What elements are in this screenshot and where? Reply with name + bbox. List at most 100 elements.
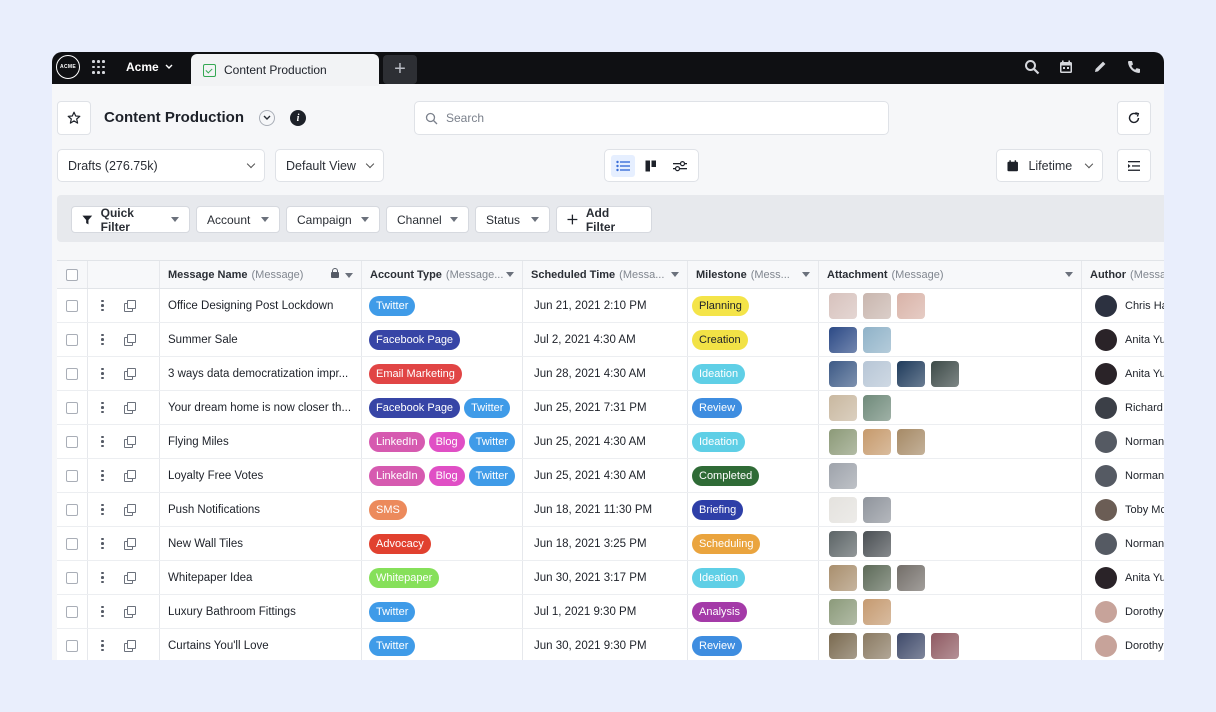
tab-content-production[interactable]: Content Production [191,54,379,86]
row-checkbox[interactable] [66,333,78,346]
caret-down-icon[interactable] [345,272,353,278]
campaign-filter[interactable]: Campaign [286,206,380,233]
caret-down-icon[interactable] [1065,272,1073,277]
column-settings-button[interactable] [1117,149,1151,182]
duplicate-icon[interactable] [123,368,136,380]
attachment-thumbnail[interactable] [829,598,857,625]
more-options-icon[interactable] [101,537,104,550]
duplicate-icon[interactable] [123,504,136,516]
message-name[interactable]: Whitepaper Idea [168,572,252,584]
more-options-icon[interactable] [101,367,104,380]
phone-icon[interactable] [1126,59,1142,75]
row-checkbox[interactable] [66,639,78,652]
attachment-thumbnail[interactable] [829,326,857,353]
table-row[interactable]: Flying Miles LinkedIn Blog Twitter Jun 25, 2… [57,425,1164,459]
more-options-icon[interactable] [101,435,104,448]
attachment-thumbnail[interactable] [863,530,891,557]
search-icon[interactable] [1024,59,1040,75]
duplicate-icon[interactable] [123,572,136,584]
attachment-thumbnail[interactable] [829,462,857,489]
message-name[interactable]: New Wall Tiles [168,538,243,550]
attachment-thumbnail[interactable] [829,292,857,319]
row-checkbox[interactable] [66,503,78,516]
attachment-thumbnail[interactable] [829,564,857,591]
acme-logo[interactable]: ACME [56,55,80,79]
row-checkbox[interactable] [66,367,78,380]
message-name[interactable]: Your dream home is now closer th... [168,402,351,414]
table-row[interactable]: Your dream home is now closer th... Faceb… [57,391,1164,425]
message-name[interactable]: Luxury Bathroom Fittings [168,606,296,618]
message-name[interactable]: Push Notifications [168,504,260,516]
refresh-button[interactable] [1117,101,1151,135]
attachment-thumbnail[interactable] [897,292,925,319]
attachment-thumbnail[interactable] [897,428,925,455]
duplicate-icon[interactable] [123,470,136,482]
duplicate-icon[interactable] [123,334,136,346]
view-select[interactable]: Drafts (276.75k) [57,149,265,182]
attachment-thumbnail[interactable] [829,496,857,523]
table-row[interactable]: Whitepaper Idea Whitepaper Jun 30, 2021 3:… [57,561,1164,595]
attachment-thumbnail[interactable] [829,428,857,455]
favorite-button[interactable] [57,101,91,135]
attachment-thumbnail[interactable] [829,530,857,557]
more-options-icon[interactable] [101,333,104,346]
list-view-button[interactable] [611,154,636,177]
attachment-thumbnail[interactable] [863,292,891,319]
column-header-message-name[interactable]: Message Name (Message) [160,261,362,288]
more-options-icon[interactable] [101,605,104,618]
caret-down-icon[interactable] [671,272,679,277]
duplicate-icon[interactable] [123,402,136,414]
more-options-icon[interactable] [101,401,104,414]
attachment-thumbnail[interactable] [897,564,925,591]
more-options-icon[interactable] [101,571,104,584]
board-view-button[interactable] [639,155,663,177]
more-options-icon[interactable] [101,299,104,312]
attachment-thumbnail[interactable] [829,632,857,659]
quick-filter-button[interactable]: Quick Filter [71,206,190,234]
more-options-icon[interactable] [101,639,104,652]
column-header-account-type[interactable]: Account Type (Message... [362,261,523,288]
column-header-attachment[interactable]: Attachment (Message) [819,261,1082,288]
row-checkbox[interactable] [66,571,78,584]
table-row[interactable]: Office Designing Post Lockdown Twitter Jun… [57,289,1164,323]
table-row[interactable]: Summer Sale Facebook Page Jul 2, 2021 4:30… [57,323,1164,357]
title-dropdown-button[interactable] [259,110,275,126]
search-input[interactable] [446,111,866,125]
attachment-thumbnail[interactable] [863,326,891,353]
add-tab-button[interactable]: + [383,55,417,84]
table-row[interactable]: 3 ways data democratization impr... Email… [57,357,1164,391]
attachment-thumbnail[interactable] [863,428,891,455]
duplicate-icon[interactable] [123,538,136,550]
message-name[interactable]: Loyalty Free Votes [168,470,263,482]
table-row[interactable]: Curtains You'll Love Twitter Jun 30, 2021 … [57,629,1164,660]
attachment-thumbnail[interactable] [863,632,891,659]
info-icon[interactable]: i [290,110,306,126]
row-checkbox[interactable] [66,401,78,414]
table-row[interactable]: Push Notifications SMS Jun 18, 2021 11:30 … [57,493,1164,527]
attachment-thumbnail[interactable] [863,394,891,421]
attachment-thumbnail[interactable] [829,360,857,387]
row-checkbox[interactable] [66,299,78,312]
attachment-thumbnail[interactable] [897,632,925,659]
calendar-icon[interactable] [1058,59,1074,75]
table-row[interactable]: Luxury Bathroom Fittings Twitter Jul 1, 20… [57,595,1164,629]
attachment-thumbnail[interactable] [931,360,959,387]
row-checkbox[interactable] [66,435,78,448]
message-name[interactable]: Office Designing Post Lockdown [168,300,333,312]
attachment-thumbnail[interactable] [863,598,891,625]
row-checkbox[interactable] [66,605,78,618]
customize-view-button[interactable] [668,155,692,177]
status-filter[interactable]: Status [475,206,550,233]
table-row[interactable]: New Wall Tiles Advocacy Jun 18, 2021 3:25 … [57,527,1164,561]
attachment-thumbnail[interactable] [829,394,857,421]
column-header-scheduled-time[interactable]: Scheduled Time (Messa... [523,261,688,288]
date-range-select[interactable]: Lifetime [996,149,1103,182]
search-bar[interactable] [414,101,889,135]
row-checkbox[interactable] [66,469,78,482]
duplicate-icon[interactable] [123,606,136,618]
select-all-checkbox[interactable] [66,268,78,281]
row-checkbox[interactable] [66,537,78,550]
duplicate-icon[interactable] [123,640,136,652]
duplicate-icon[interactable] [123,436,136,448]
apps-grid-icon[interactable] [92,60,106,74]
